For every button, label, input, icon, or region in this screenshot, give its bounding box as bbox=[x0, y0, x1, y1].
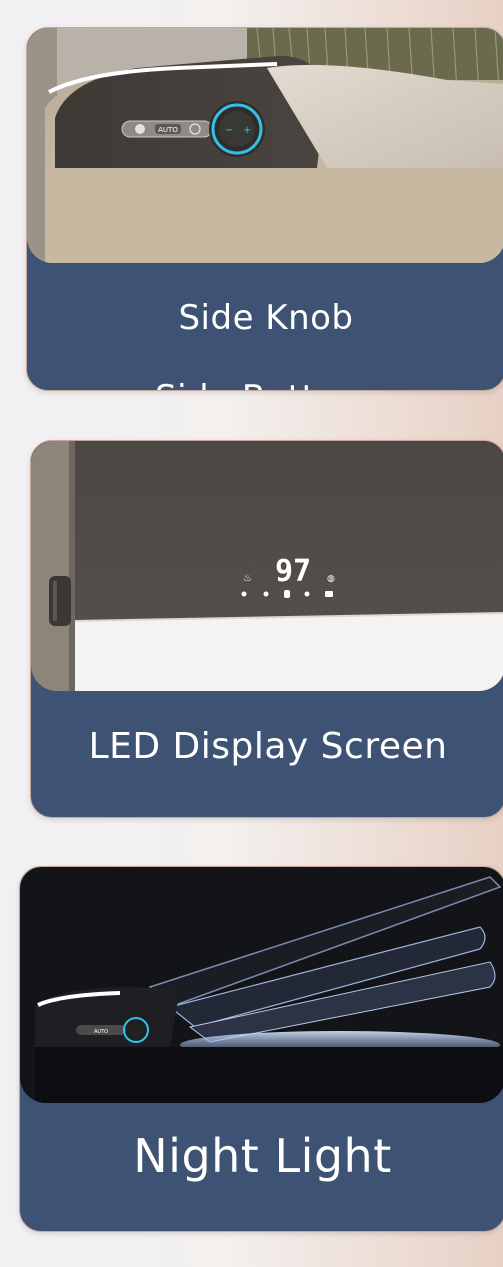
auto-button-label: AUTO bbox=[158, 126, 178, 134]
plus-icon: + bbox=[243, 125, 251, 136]
flush-icon bbox=[304, 591, 310, 597]
night-light-illustration: AUTO bbox=[20, 867, 503, 1103]
caption-side-buttons: Side Buttons bbox=[27, 378, 503, 390]
led-display-photo: 97 ♨ ◍ bbox=[31, 441, 503, 691]
caption-night-light: Night Light bbox=[133, 1129, 392, 1183]
shield-icon bbox=[284, 590, 290, 598]
fan-icon bbox=[135, 124, 145, 134]
feature-card-night-light: AUTO Night Light bbox=[19, 866, 503, 1232]
side-controls-illustration: AUTO − + bbox=[27, 28, 503, 263]
dryer-icon bbox=[263, 591, 269, 597]
night-light-photo: AUTO bbox=[20, 867, 503, 1103]
night-auto-button-label: AUTO bbox=[94, 1029, 108, 1035]
seat-icon bbox=[241, 591, 247, 597]
temperature-icon: ♨ bbox=[243, 573, 252, 584]
minus-icon: − bbox=[225, 125, 233, 136]
led-temperature-readout: 97 bbox=[275, 554, 311, 589]
led-display-illustration: 97 ♨ ◍ bbox=[31, 441, 503, 691]
feature-card-side-controls: AUTO − + Side Knob Side Buttons bbox=[26, 27, 503, 391]
caption-side-knob: Side Knob bbox=[178, 298, 354, 338]
toilet-side-controls-photo: AUTO − + bbox=[27, 28, 503, 263]
caption-led-display-screen: LED Display Screen bbox=[88, 726, 448, 767]
feature-card-led-display: 97 ♨ ◍ LED Display Screen bbox=[30, 440, 503, 818]
signal-icon: ◍ bbox=[327, 574, 335, 584]
